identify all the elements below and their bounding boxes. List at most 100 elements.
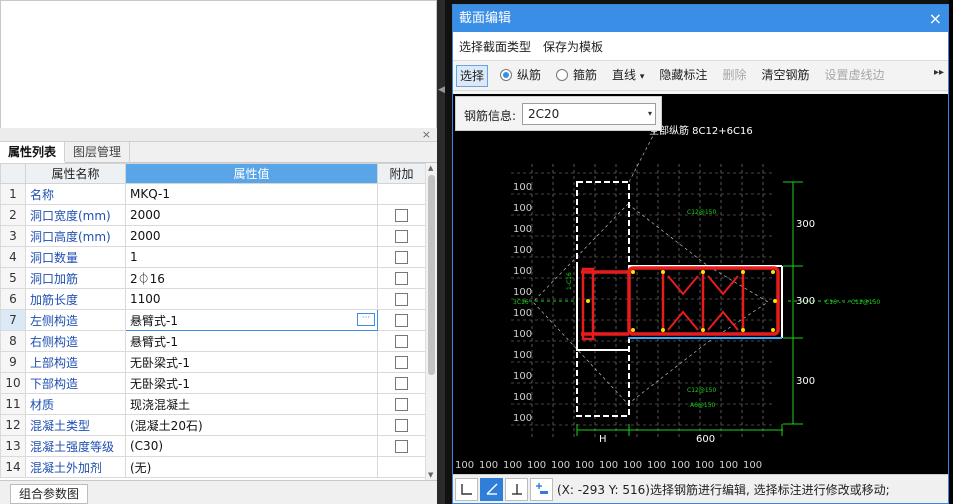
table-row[interactable]: 2 洞口宽度(mm) 2000	[0, 204, 425, 226]
property-name[interactable]: 混凝土外加剂	[25, 456, 126, 478]
section-canvas[interactable]: 全部纵筋 8C12+6C16 300 300 300 600 H C12@150…	[453, 94, 948, 474]
property-value[interactable]: 悬臂式-1	[125, 330, 378, 352]
extra-checkbox[interactable]	[395, 230, 408, 243]
property-name[interactable]: 洞口数量	[25, 246, 126, 268]
extra-cell[interactable]	[377, 435, 425, 457]
property-value[interactable]: 1100	[125, 288, 378, 310]
property-value[interactable]: 悬臂式-1 ···	[125, 309, 378, 331]
toolbar-overflow-icon[interactable]: ▸▸	[934, 67, 944, 78]
dim-top[interactable]: 300	[796, 219, 815, 230]
tab-property-list[interactable]: 属性列表	[0, 142, 66, 163]
perpendicular-icon[interactable]	[505, 477, 528, 501]
add-dimension-icon[interactable]	[530, 477, 553, 501]
property-name[interactable]: 右侧构造	[25, 330, 126, 352]
right-rebar-label[interactable]: C16 - - - C12@150	[825, 299, 880, 306]
property-name[interactable]: 下部构造	[25, 372, 126, 394]
property-value[interactable]: 2000	[125, 225, 378, 247]
line-dropdown[interactable]: 直线 ▾	[609, 65, 647, 87]
extra-checkbox[interactable]	[395, 209, 408, 222]
radio-stirrup[interactable]: 箍筋	[553, 65, 600, 87]
dim-width[interactable]: 600	[696, 434, 715, 445]
extra-checkbox[interactable]	[395, 440, 408, 453]
extra-cell[interactable]	[377, 225, 425, 247]
ellipsis-button[interactable]: ···	[357, 313, 375, 326]
header-value[interactable]: 属性值	[125, 163, 378, 184]
extra-checkbox[interactable]	[395, 272, 408, 285]
table-row[interactable]: 6 加筋长度 1100	[0, 288, 425, 310]
extra-checkbox[interactable]	[395, 377, 408, 390]
property-name[interactable]: 加筋长度	[25, 288, 126, 310]
table-row[interactable]: 14 混凝土外加剂 (无)	[0, 456, 425, 478]
property-name[interactable]: 名称	[25, 183, 126, 205]
menu-save-as-template[interactable]: 保存为模板	[543, 38, 603, 55]
radio-on-icon[interactable]	[500, 69, 513, 81]
stirrup-bottom-label-1[interactable]: C12@150	[687, 387, 716, 394]
header-name[interactable]: 属性名称	[25, 163, 126, 184]
property-name[interactable]: 左侧构造	[25, 309, 126, 331]
angle-snap-icon[interactable]	[480, 477, 503, 501]
collapse-arrow-icon[interactable]: ◀	[438, 85, 445, 109]
table-row[interactable]: 1 名称 MKQ-1	[0, 183, 425, 205]
property-value[interactable]: 2⏀16	[125, 267, 378, 289]
property-name[interactable]: 洞口宽度(mm)	[25, 204, 126, 226]
set-dashed-edge-button[interactable]: 设置虚线边	[821, 65, 887, 87]
radio-longitudinal[interactable]: 纵筋	[497, 65, 544, 87]
select-button[interactable]: 选择	[456, 64, 489, 87]
property-value[interactable]: 1	[125, 246, 378, 268]
label-h[interactable]: H	[599, 434, 607, 445]
section-drawing[interactable]: 全部纵筋 8C12+6C16 300 300 300 600 H C12@150…	[453, 94, 948, 474]
extra-cell[interactable]	[377, 246, 425, 268]
dropdown-arrow-icon[interactable]: ▾	[648, 104, 652, 124]
splitter[interactable]: ◀	[437, 0, 445, 504]
property-name[interactable]: 混凝土类型	[25, 414, 126, 436]
table-row[interactable]: 11 材质 现浇混凝土	[0, 393, 425, 415]
left-vertical-label[interactable]: 1-C16	[566, 272, 573, 290]
dim-mid[interactable]: 300	[796, 296, 815, 307]
extra-checkbox[interactable]	[395, 293, 408, 306]
stirrup-top-label[interactable]: C12@150	[687, 209, 716, 216]
scroll-thumb[interactable]	[428, 175, 435, 375]
table-row[interactable]: 4 洞口数量 1	[0, 246, 425, 268]
property-name[interactable]: 洞口加筋	[25, 267, 126, 289]
table-row[interactable]: 13 混凝土强度等级 (C30)	[0, 435, 425, 457]
property-value[interactable]: (无)	[125, 456, 378, 478]
ortho-icon[interactable]	[455, 477, 478, 501]
tab-layer-management[interactable]: 图层管理	[65, 142, 131, 163]
extra-checkbox[interactable]	[395, 398, 408, 411]
extra-cell[interactable]	[377, 414, 425, 436]
combo-params-button[interactable]: 组合参数图	[10, 484, 89, 504]
extra-checkbox[interactable]	[395, 314, 408, 327]
header-extra[interactable]: 附加	[377, 163, 425, 184]
extra-checkbox[interactable]	[395, 356, 408, 369]
property-name[interactable]: 洞口高度(mm)	[25, 225, 126, 247]
dialog-close-icon[interactable]: ×	[929, 5, 942, 32]
property-name[interactable]: 材质	[25, 393, 126, 415]
extra-cell[interactable]	[377, 393, 425, 415]
table-row[interactable]: 9 上部构造 无卧梁式-1	[0, 351, 425, 373]
scroll-up-icon[interactable]: ▲	[428, 164, 433, 172]
extra-cell[interactable]	[377, 351, 425, 373]
property-value[interactable]: 无卧梁式-1	[125, 372, 378, 394]
table-row[interactable]: 7 左侧构造 悬臂式-1 ···	[0, 309, 425, 331]
annotation-all-rebar[interactable]: 全部纵筋 8C12+6C16	[649, 124, 753, 137]
extra-cell[interactable]	[377, 330, 425, 352]
stirrup-bottom-label-2[interactable]: A6@150	[690, 402, 716, 409]
table-scrollbar[interactable]: ▲ ▼	[425, 163, 437, 480]
menu-select-section-type[interactable]: 选择截面类型	[459, 38, 531, 55]
extra-checkbox[interactable]	[395, 251, 408, 264]
extra-cell[interactable]	[377, 372, 425, 394]
property-value[interactable]: (C30)	[125, 435, 378, 457]
clear-rebar-button[interactable]: 清空钢筋	[758, 65, 812, 87]
scroll-down-icon[interactable]: ▼	[428, 471, 433, 479]
table-row[interactable]: 8 右侧构造 悬臂式-1	[0, 330, 425, 352]
property-value[interactable]: (混凝土20石)	[125, 414, 378, 436]
property-value[interactable]: 现浇混凝土	[125, 393, 378, 415]
dim-bottom[interactable]: 300	[796, 376, 815, 387]
property-value[interactable]: 无卧梁式-1	[125, 351, 378, 373]
close-panel-icon[interactable]: ×	[422, 128, 431, 141]
table-row[interactable]: 3 洞口高度(mm) 2000	[0, 225, 425, 247]
table-row[interactable]: 12 混凝土类型 (混凝土20石)	[0, 414, 425, 436]
property-value[interactable]: MKQ-1	[125, 183, 378, 205]
extra-cell[interactable]	[377, 288, 425, 310]
property-value[interactable]: 2000	[125, 204, 378, 226]
